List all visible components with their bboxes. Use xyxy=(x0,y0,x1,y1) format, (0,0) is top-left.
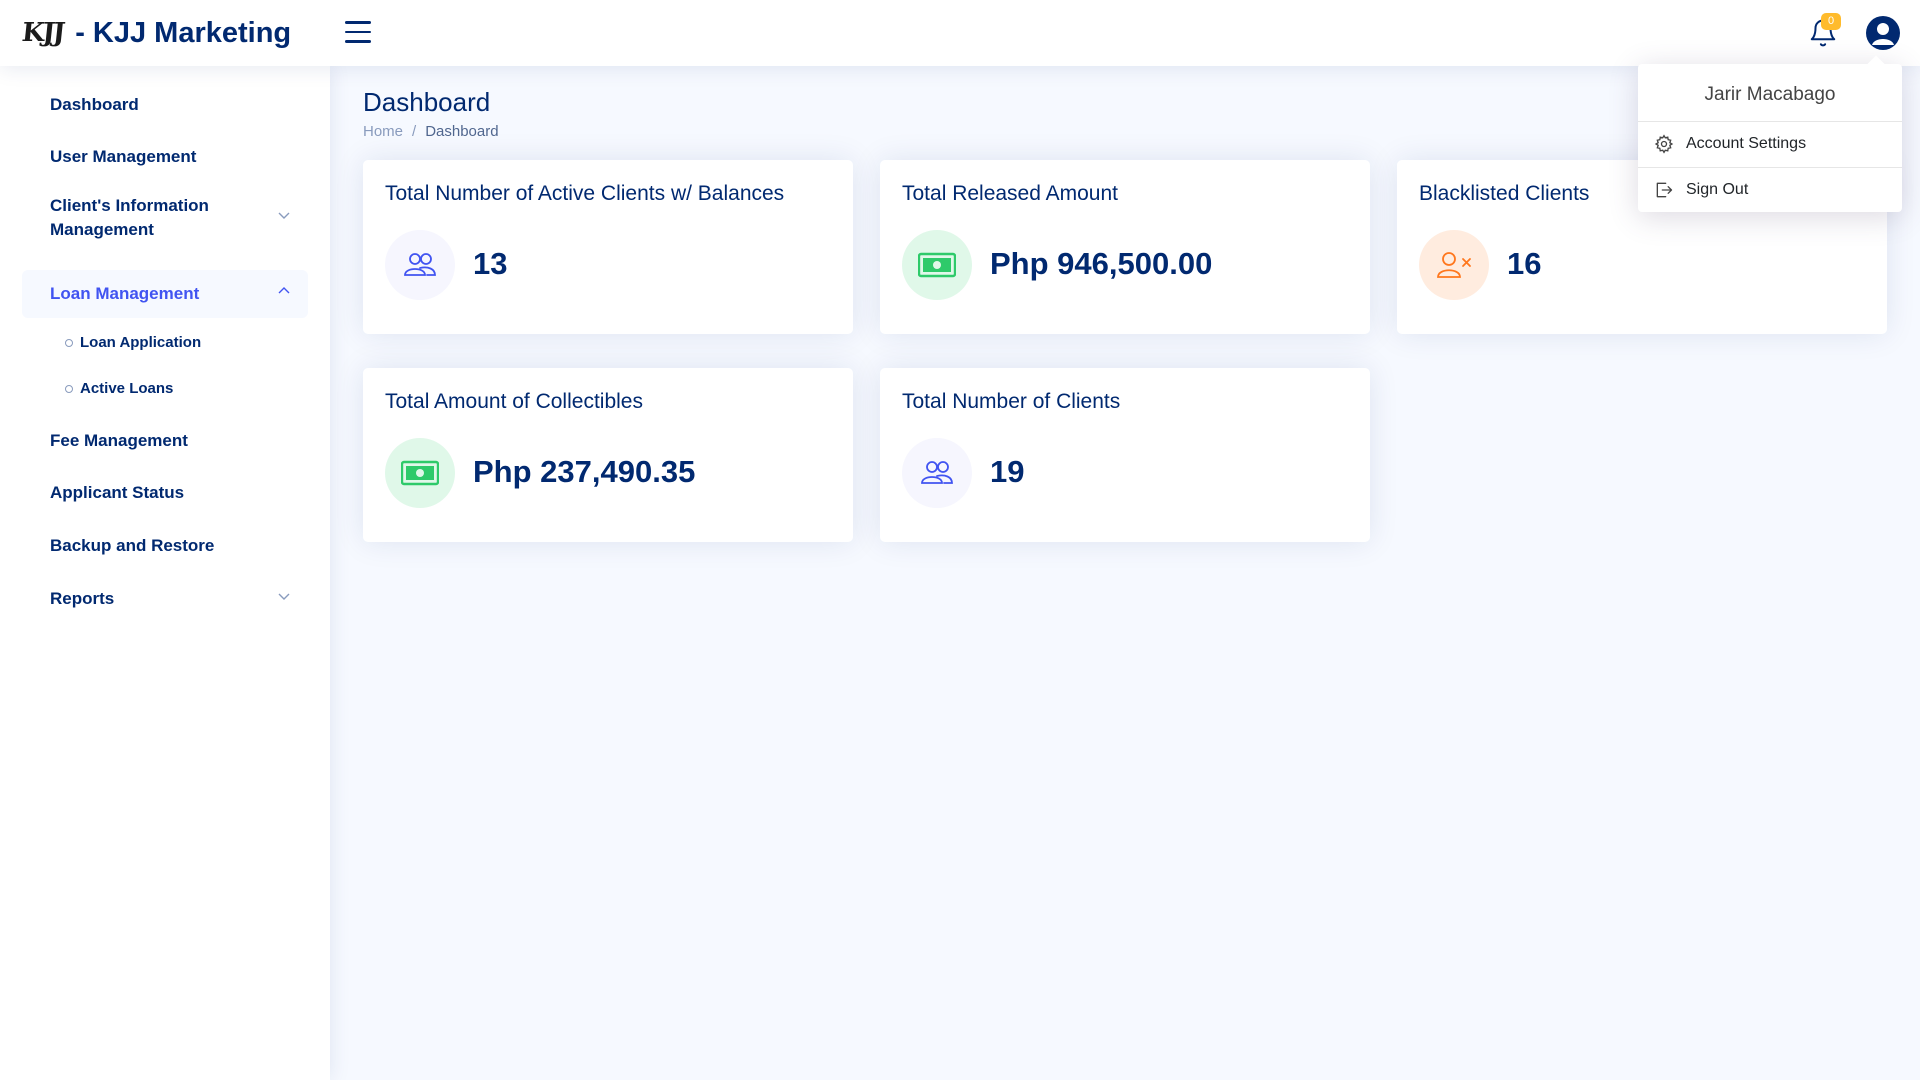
chevron-up-icon xyxy=(278,287,290,294)
card-total-released-amount: Total Released Amount Php 946,500.00 xyxy=(880,160,1370,334)
sidebar-item-loan-management[interactable]: Loan Management xyxy=(22,270,308,318)
people-icon xyxy=(385,230,455,300)
sidebar-item-label: Backup and Restore xyxy=(50,536,215,555)
cash-icon xyxy=(902,230,972,300)
top-header: KJJ - KJJ Marketing 0 xyxy=(0,0,1920,66)
dropdown-divider xyxy=(1638,167,1902,168)
sidebar-item-label: Client's Information Management xyxy=(50,196,209,239)
sidebar-subitem-active-loans[interactable]: Active Loans xyxy=(65,380,173,397)
notification-badge: 0 xyxy=(1821,13,1841,30)
sidebar-item-clients-information-management[interactable]: Client's Information Management xyxy=(22,188,308,248)
sidebar-item-label: User Management xyxy=(50,147,197,166)
gear-icon xyxy=(1654,134,1674,154)
card-title: Total Amount of Collectibles xyxy=(385,390,643,413)
chevron-down-icon xyxy=(278,593,290,600)
card-total-clients: Total Number of Clients 19 xyxy=(880,368,1370,542)
breadcrumb: Home / Dashboard xyxy=(363,123,499,140)
sidebar-subitem-label: Loan Application xyxy=(80,334,202,351)
profile-avatar-icon[interactable] xyxy=(1866,16,1900,50)
breadcrumb-separator: / xyxy=(412,123,417,140)
sidebar-item-user-management[interactable]: User Management xyxy=(22,136,308,178)
sidebar-item-label: Dashboard xyxy=(50,95,139,114)
brand-logo: KJJ xyxy=(20,18,65,48)
sidebar-item-backup-and-restore[interactable]: Backup and Restore xyxy=(22,525,308,567)
card-title: Blacklisted Clients xyxy=(1419,182,1590,205)
card-active-clients-with-balances: Total Number of Active Clients w/ Balanc… xyxy=(363,160,853,334)
bullet-icon xyxy=(65,384,73,393)
sidebar-item-label: Reports xyxy=(50,589,115,608)
card-value: Php 946,500.00 xyxy=(990,246,1213,281)
sidebar-item-dashboard[interactable]: Dashboard xyxy=(22,84,308,126)
sidebar-item-label: Fee Management xyxy=(50,431,188,450)
brand[interactable]: KJJ - KJJ Marketing xyxy=(20,0,292,66)
sidebar-item-fee-management[interactable]: Fee Management xyxy=(22,420,308,462)
chevron-down-icon xyxy=(278,212,290,219)
card-value: 13 xyxy=(473,246,508,281)
brand-title: - KJJ Marketing xyxy=(75,16,292,49)
dropdown-divider xyxy=(1638,121,1902,122)
sidebar-subitem-loan-application[interactable]: Loan Application xyxy=(65,334,201,351)
card-title: Total Released Amount xyxy=(902,182,1118,205)
card-value: 16 xyxy=(1507,246,1542,281)
sign-out-link[interactable]: Sign Out xyxy=(1654,180,1748,200)
breadcrumb-home-link[interactable]: Home xyxy=(363,123,403,140)
card-title: Total Number of Clients xyxy=(902,390,1121,413)
sidebar-item-applicant-status[interactable]: Applicant Status xyxy=(22,472,308,514)
card-value: Php 237,490.35 xyxy=(473,454,696,489)
bullet-icon xyxy=(65,338,73,347)
page-title: Dashboard xyxy=(363,87,491,117)
sidebar-subitem-label: Active Loans xyxy=(80,380,174,397)
profile-name: Jarir Macabago xyxy=(1704,84,1836,105)
card-total-collectibles: Total Amount of Collectibles Php 237,490… xyxy=(363,368,853,542)
cash-icon xyxy=(385,438,455,508)
sidebar-item-label: Loan Management xyxy=(50,284,200,303)
sidebar-item-reports[interactable]: Reports xyxy=(22,578,308,620)
sign-out-label: Sign Out xyxy=(1686,181,1749,198)
sidebar-toggle-icon[interactable] xyxy=(345,21,371,45)
card-value: 19 xyxy=(990,454,1025,489)
person-x-icon xyxy=(1419,230,1489,300)
profile-dropdown: Jarir Macabago Account Settings Sign Out xyxy=(1638,64,1902,212)
breadcrumb-current: Dashboard xyxy=(425,123,499,140)
sidebar: Dashboard User Management Client's Infor… xyxy=(0,66,330,1080)
sign-out-icon xyxy=(1656,182,1673,198)
card-title: Total Number of Active Clients w/ Balanc… xyxy=(385,182,785,205)
people-icon xyxy=(902,438,972,508)
account-settings-label: Account Settings xyxy=(1686,135,1807,152)
account-settings-link[interactable]: Account Settings xyxy=(1654,134,1806,154)
sidebar-item-label: Applicant Status xyxy=(50,483,185,502)
